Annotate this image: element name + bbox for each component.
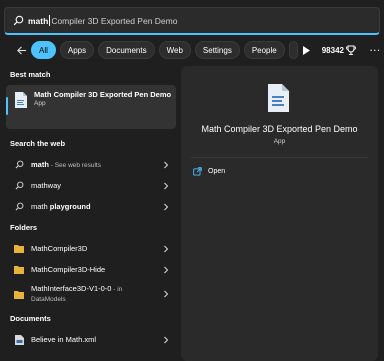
chevron-right-icon [164,245,169,252]
rewards-points-value: 98342 [321,45,344,55]
folder-result-mathinterface3d[interactable]: MathInterface3D-V1-0-0 - in DataModels [6,280,176,308]
detail-pane: Math Compiler 3D Exported Pen Demo App O… [181,66,378,361]
chevron-right-icon [164,290,169,298]
folder-icon [14,265,24,275]
filter-documents[interactable]: Documents [98,41,155,59]
detail-title: Math Compiler 3D Exported Pen Demo [201,124,358,134]
chevron-right-icon [164,182,169,189]
folder-name: MathInterface3D-V1-0-0 [31,284,112,293]
web-result-hint: - See web results [48,162,101,169]
section-documents: Documents [10,314,51,323]
chevron-right-icon [164,336,169,343]
document-result-believe-in-math[interactable]: Believe in Math.xml [6,329,176,350]
divider [191,157,368,158]
more-options-button[interactable]: ··· [370,46,381,55]
back-arrow-icon[interactable] [16,43,27,57]
web-result-math[interactable]: math - See web results [6,154,176,175]
folder-location: DataModels [31,296,66,303]
search-icon [14,160,24,170]
open-action-label: Open [208,168,226,175]
web-result-math-playground[interactable]: math playground [6,196,176,217]
open-external-icon [193,167,202,176]
filter-people[interactable]: People [243,41,285,59]
chevron-right-icon [164,266,169,273]
search-input[interactable]: math Compiler 3D Exported Pen Demo [4,7,380,35]
scroll-right-icon[interactable] [302,44,310,56]
xml-file-icon [14,334,24,345]
document-file-icon [15,92,27,108]
section-best-match: Best match [10,70,51,79]
web-result-query: math [31,202,50,211]
trophy-icon [346,45,356,55]
web-result-query: math [31,160,49,169]
section-search-web: Search the web [10,139,66,148]
search-icon [14,181,24,191]
folder-icon [14,289,24,299]
search-suggestion-text: Compiler 3D Exported Pen Demo [51,15,178,26]
search-typed-text: math [28,15,49,26]
search-icon [14,202,24,212]
web-result-text: mathway [31,181,62,190]
search-icon [13,15,24,26]
folder-name: MathCompiler3D-Hide [31,265,106,274]
folder-icon [14,244,24,254]
web-result-mathway[interactable]: mathway [6,175,176,196]
document-file-icon [268,84,289,112]
chevron-right-icon [164,203,169,210]
document-name: Believe in Math.xml [31,335,97,344]
chevron-right-icon [164,161,169,168]
filter-apps[interactable]: Apps [59,41,95,59]
filter-web[interactable]: Web [158,41,191,59]
best-match-type: App [34,100,46,107]
detail-type: App [273,138,286,145]
filter-settings[interactable]: Settings [194,41,240,59]
open-action[interactable]: Open [193,167,225,176]
folder-result-mathcompiler3d-hide[interactable]: MathCompiler3D-Hide [6,259,176,280]
filter-bar: All Apps Documents Web Settings People F… [0,39,384,61]
web-result-completion: playground [49,202,91,211]
section-folders: Folders [10,223,38,232]
text-caret [49,15,51,26]
best-match-title: Math Compiler 3D Exported Pen Demo [34,90,172,99]
folder-location-prefix: - in [111,286,123,293]
folder-name: MathCompiler3D [31,244,88,253]
rewards-points[interactable]: 98342 [322,45,356,55]
best-match-result[interactable]: Math Compiler 3D Exported Pen Demo App [6,85,176,129]
filter-all[interactable]: All [31,41,56,59]
folder-result-mathcompiler3d[interactable]: MathCompiler3D [6,238,176,259]
filter-folders[interactable]: Folde [288,41,298,59]
results-list: Best match Math Compiler 3D Exported Pen… [6,64,176,361]
